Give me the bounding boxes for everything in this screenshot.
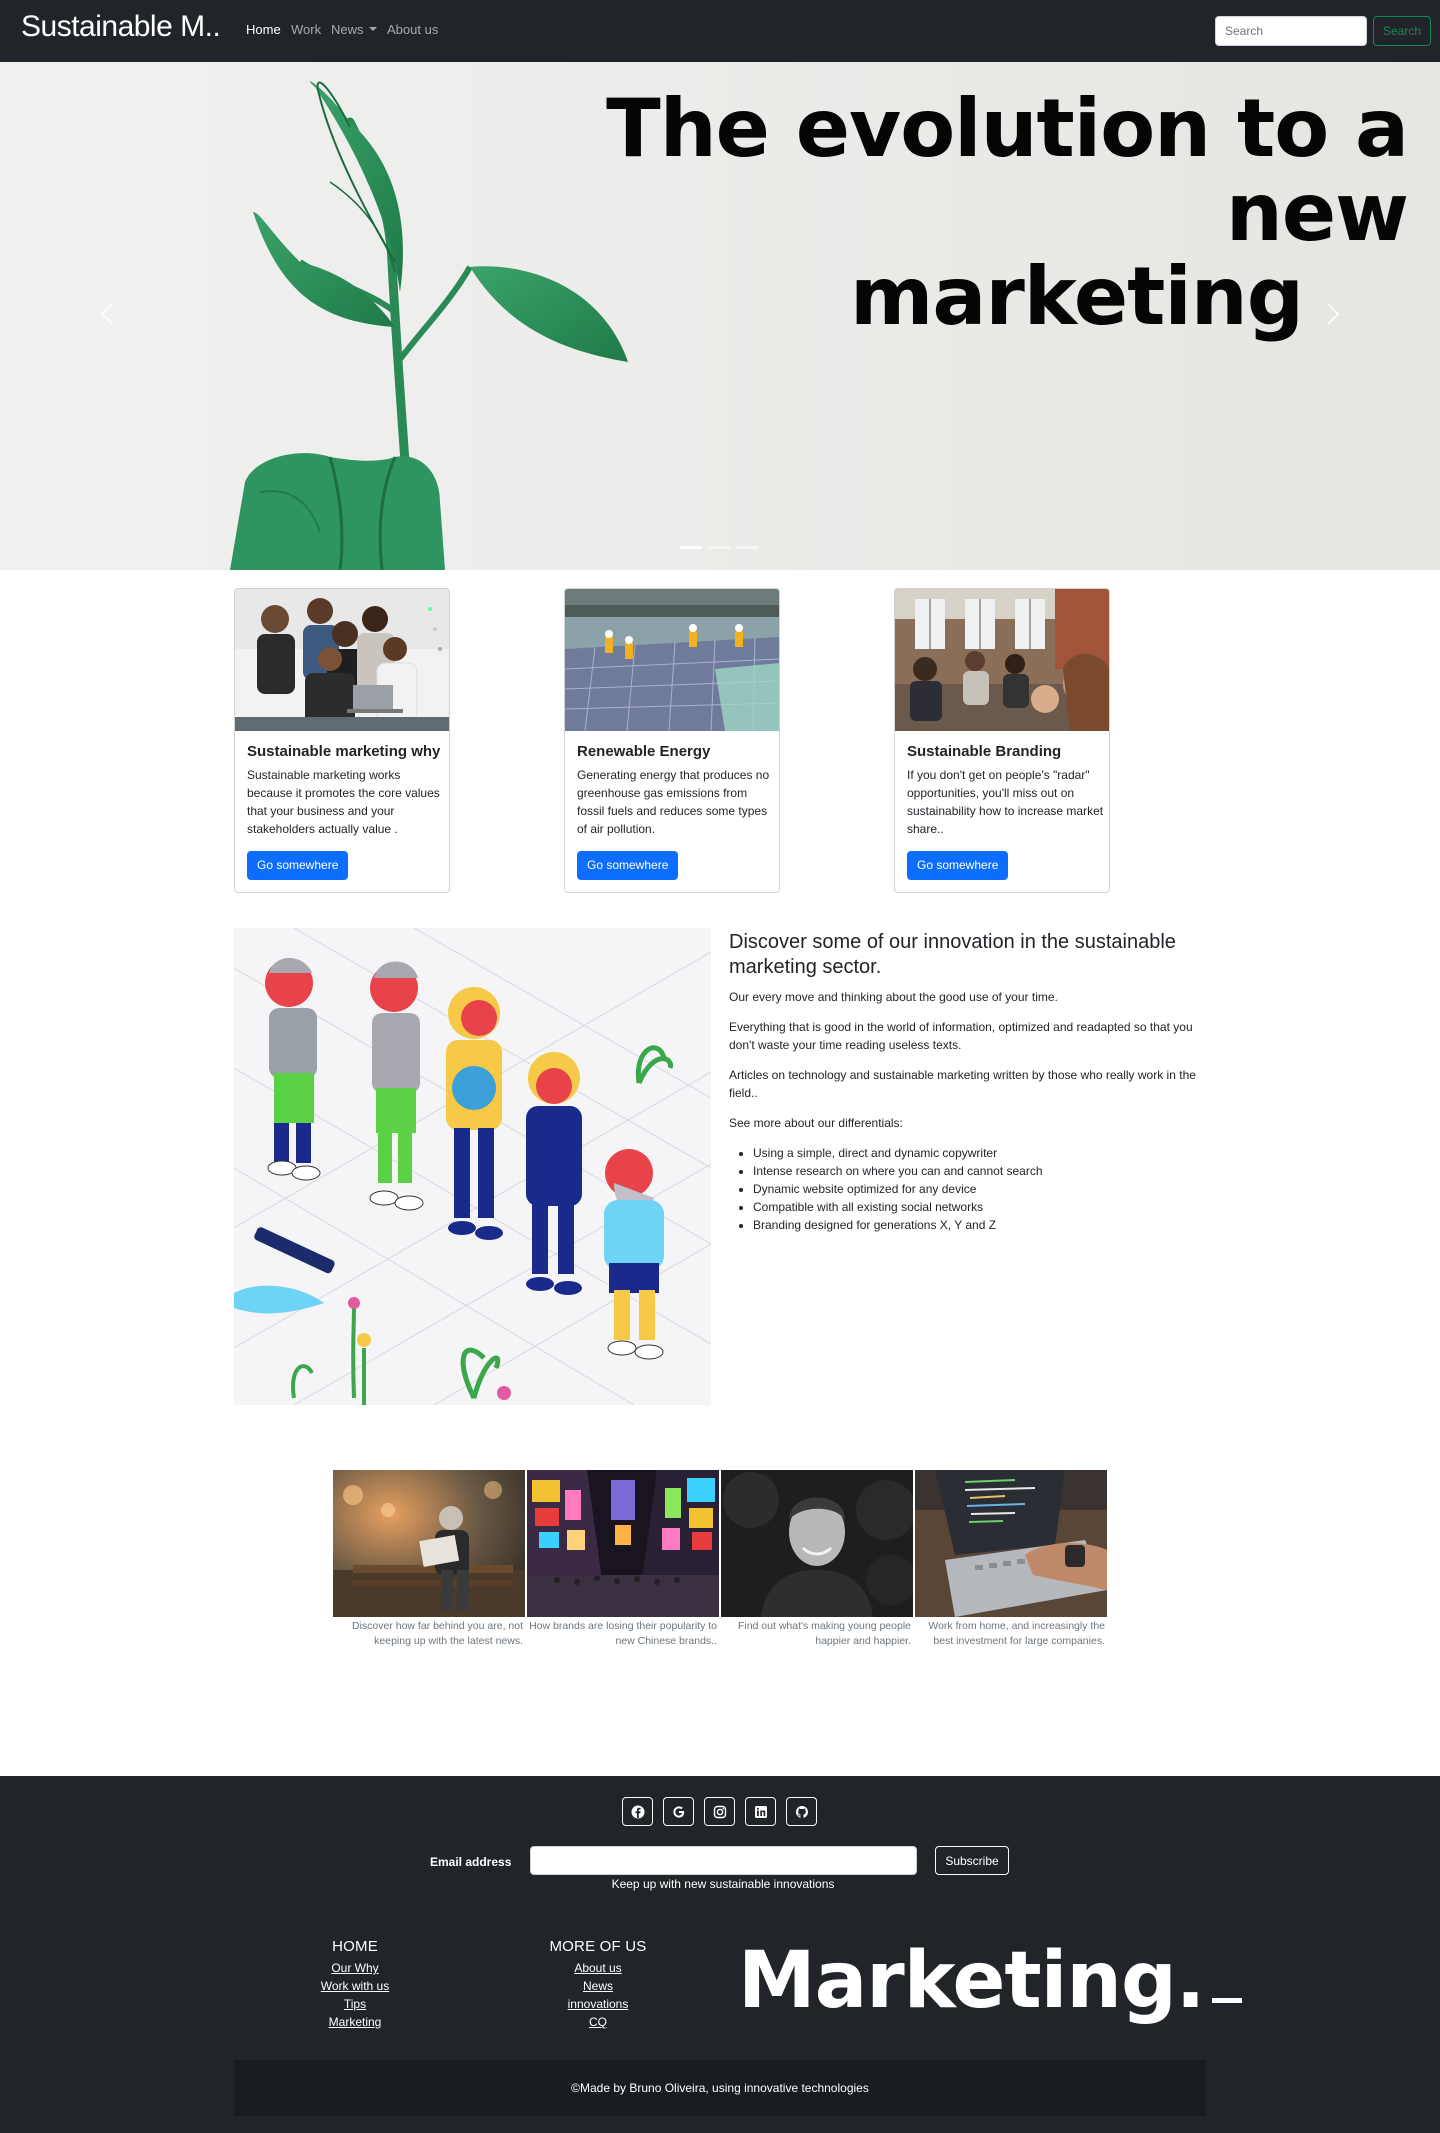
innovation-paragraph: Our every move and thinking about the go… — [729, 990, 1058, 1004]
footer-link-our-why[interactable]: Our Why — [275, 1959, 435, 1977]
nav-home[interactable]: Home — [246, 22, 281, 37]
carousel-indicator-3[interactable] — [736, 546, 758, 549]
gallery-image-times-square — [527, 1470, 719, 1617]
search-input[interactable] — [1215, 16, 1367, 46]
footer-link-about-us[interactable]: About us — [518, 1959, 678, 1977]
innovation-paragraph: See more about our differentials: — [729, 1116, 903, 1130]
instagram-button[interactable] — [704, 1797, 735, 1826]
card-image-team — [235, 589, 449, 731]
go-somewhere-button[interactable]: Go somewhere — [577, 851, 679, 880]
footer-marketing-wordmark: Marketing. — [738, 1936, 1243, 2026]
card-text: Sustainable marketing works because it p… — [247, 768, 440, 836]
innovation-paragraph: Everything that is good in the world of … — [729, 1020, 1193, 1052]
github-button[interactable] — [786, 1797, 817, 1826]
footer-column-title: MORE OF US — [549, 1938, 647, 1955]
gallery-item-young-people[interactable]: Find out what's making young people happ… — [721, 1470, 913, 1649]
card-sustainable-marketing: Sustainable marketing why Sustainable ma… — [234, 588, 450, 893]
carousel-next-button[interactable] — [1312, 294, 1352, 334]
card-image-meeting — [895, 589, 1109, 731]
subscribe-help-text: Keep up with new sustainable innovations — [611, 1877, 835, 1891]
gallery-caption: Discover how far behind you are, not kee… — [351, 1620, 523, 1647]
chevron-right-icon — [1327, 303, 1340, 325]
differentials-list: Using a simple, direct and dynamic copyw… — [729, 1144, 1209, 1234]
card-text: If you don't get on people's "radar" opp… — [907, 768, 1104, 836]
google-button[interactable] — [663, 1797, 694, 1826]
carousel-indicator-1[interactable] — [680, 546, 702, 549]
nav-news-label: News — [331, 22, 364, 37]
list-item: Branding designed for generations X, Y a… — [753, 1216, 1209, 1234]
carousel-prev-button[interactable] — [88, 294, 128, 334]
card-title: Sustainable marketing why — [247, 743, 441, 760]
card-text: Generating energy that produces no green… — [577, 768, 770, 836]
innovation-paragraph: Articles on technology and sustainable m… — [729, 1068, 1196, 1100]
card-image-solar-panels — [565, 589, 779, 731]
nav-about[interactable]: About us — [387, 22, 438, 37]
email-field[interactable] — [530, 1846, 917, 1875]
gallery-caption: How brands are losing their popularity t… — [529, 1620, 717, 1647]
list-item: Intense research on where you can and ca… — [753, 1162, 1209, 1180]
subscribe-button[interactable]: Subscribe — [935, 1846, 1009, 1875]
search-button[interactable]: Search — [1373, 16, 1431, 46]
card-title: Renewable Energy — [577, 743, 711, 760]
email-label: Email address — [430, 1855, 512, 1869]
wordmark-text: Marketing. — [738, 1936, 1205, 2026]
github-icon — [796, 1806, 808, 1818]
hero-title-line2: marketing — [850, 250, 1304, 343]
navbar: Sustainable M.. Home Work News About us … — [0, 0, 1440, 62]
footer-link-innovations[interactable]: innovations — [518, 1995, 678, 2013]
brand-logo[interactable]: Sustainable M.. — [21, 10, 221, 44]
footer-column-home: HOME Our Why Work with us Tips Marketing — [275, 1938, 435, 2031]
carousel-indicator-2[interactable] — [708, 546, 730, 549]
card-sustainable-branding: Sustainable Branding If you don't get on… — [894, 588, 1110, 893]
copyright-bar: ©Made by Bruno Oliveira, using innovativ… — [234, 2060, 1206, 2116]
innovation-illustration — [234, 928, 711, 1405]
cursor-underscore — [1212, 1998, 1243, 2003]
go-somewhere-button[interactable]: Go somewhere — [907, 851, 1009, 880]
gallery-item-brands[interactable]: How brands are losing their popularity t… — [527, 1470, 719, 1649]
gallery-caption: Find out what's making young people happ… — [737, 1620, 911, 1647]
facebook-icon — [631, 1805, 645, 1819]
gallery-item-news[interactable]: Discover how far behind you are, not kee… — [333, 1470, 525, 1649]
hero-carousel: The evolution to a new marketing — [0, 62, 1440, 570]
innovation-title: Discover some of our innovation in the s… — [729, 931, 1176, 978]
footer-column-title: HOME — [332, 1938, 378, 1955]
facebook-button[interactable] — [622, 1797, 653, 1826]
nav-news-dropdown[interactable]: News — [331, 22, 377, 37]
footer-link-tips[interactable]: Tips — [275, 1995, 435, 2013]
footer-link-news[interactable]: News — [518, 1977, 678, 1995]
footer-column-more-of-us: MORE OF US About us News innovations CQ — [518, 1938, 678, 2031]
chevron-down-icon — [368, 27, 377, 31]
footer-link-marketing[interactable]: Marketing — [275, 2013, 435, 2031]
gallery-image-smiling-man — [721, 1470, 913, 1617]
linkedin-icon — [755, 1806, 767, 1818]
card-title: Sustainable Branding — [907, 743, 1062, 760]
card-renewable-energy: Renewable Energy Generating energy that … — [564, 588, 780, 893]
carousel-indicators — [680, 546, 760, 550]
footer-link-work-with-us[interactable]: Work with us — [275, 1977, 435, 1995]
list-item: Using a simple, direct and dynamic copyw… — [753, 1144, 1209, 1162]
list-item: Dynamic website optimized for any device — [753, 1180, 1209, 1198]
gallery-image-laptop-coding — [915, 1470, 1107, 1617]
footer: Email address Subscribe Keep up with new… — [0, 1776, 1440, 2133]
nav-work[interactable]: Work — [291, 22, 321, 37]
linkedin-button[interactable] — [745, 1797, 776, 1826]
footer-link-cq[interactable]: CQ — [518, 2013, 678, 2031]
chevron-left-icon — [100, 303, 113, 325]
hero-title: The evolution to a new marketing — [408, 82, 1409, 343]
go-somewhere-button[interactable]: Go somewhere — [247, 851, 349, 880]
hero-title-line1: The evolution to a new — [606, 82, 1409, 259]
innovation-content: Discover some of our innovation in the s… — [729, 930, 1209, 1234]
gallery-image-man-reading — [333, 1470, 525, 1617]
instagram-icon — [713, 1805, 727, 1819]
gallery-item-work-from-home[interactable]: Work from home, and increasingly the bes… — [915, 1470, 1107, 1649]
google-icon — [673, 1806, 685, 1818]
gallery-caption: Work from home, and increasingly the bes… — [928, 1620, 1105, 1647]
list-item: Compatible with all existing social netw… — [753, 1198, 1209, 1216]
